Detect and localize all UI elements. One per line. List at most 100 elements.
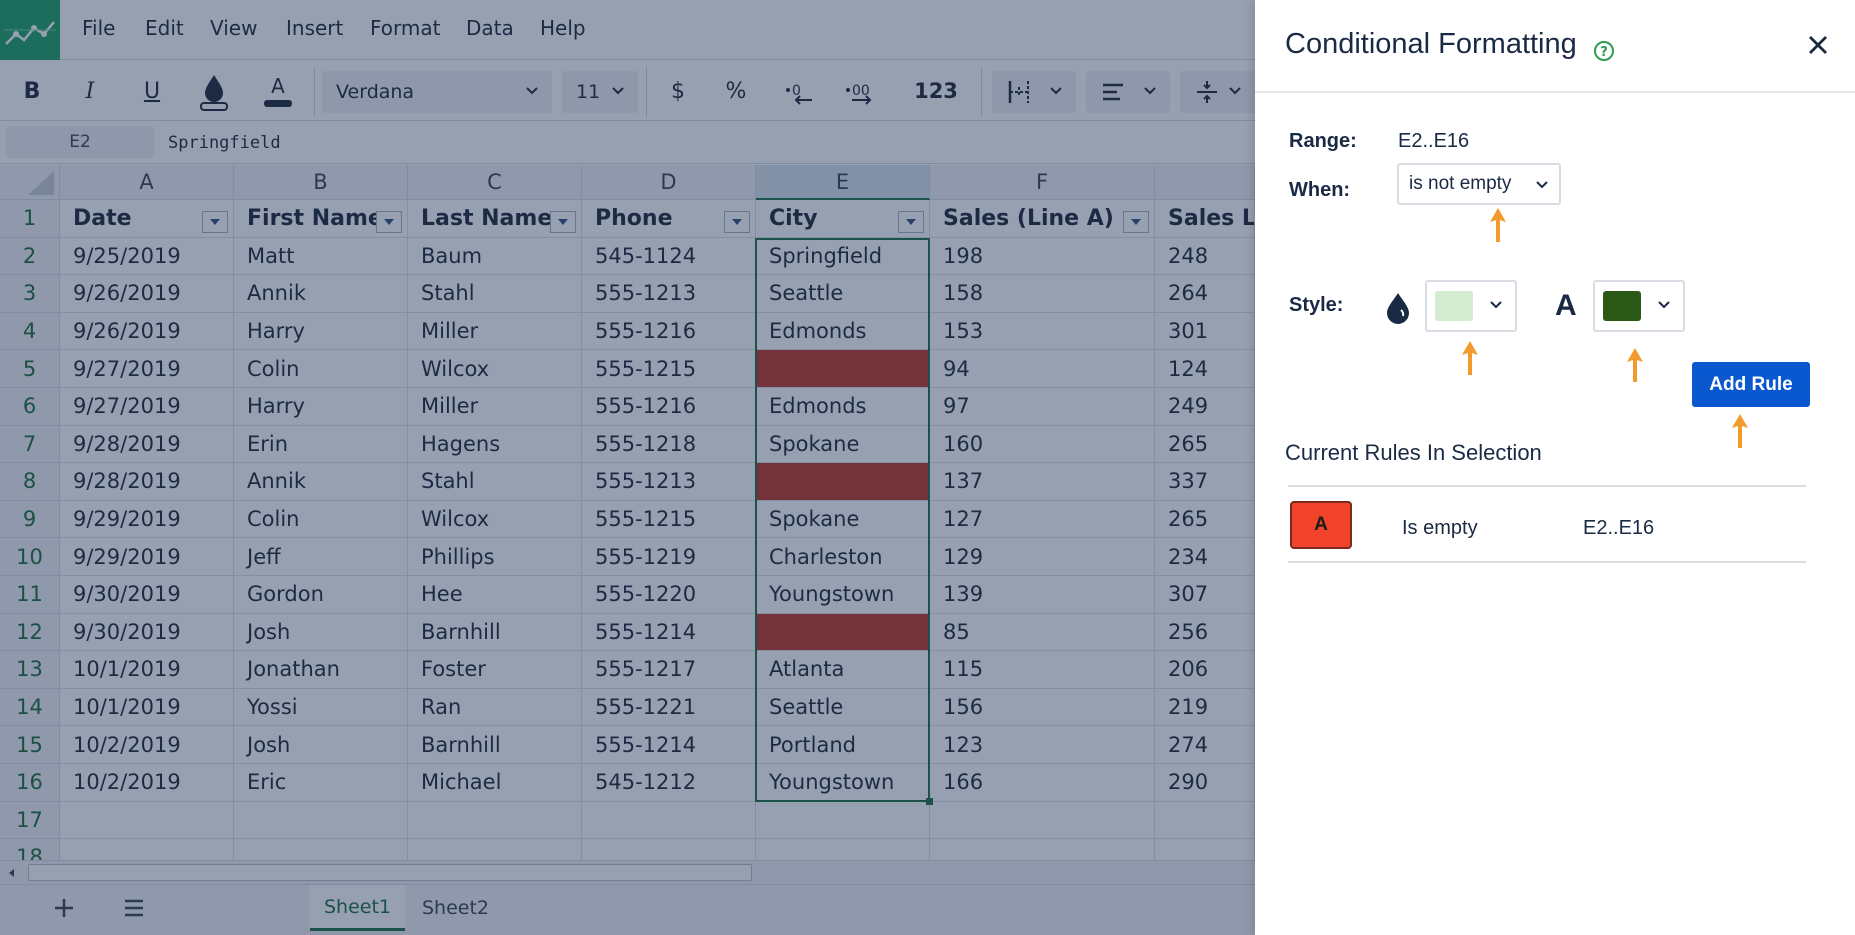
header-cell[interactable]: First Name — [234, 200, 408, 238]
menu-view[interactable]: View — [210, 16, 257, 40]
grid-cell[interactable] — [60, 801, 234, 840]
grid-cell[interactable]: Jeff — [234, 538, 408, 576]
grid-cell[interactable]: Wilcox — [408, 500, 582, 539]
fill-color-button[interactable] — [194, 69, 234, 113]
grid-cell[interactable]: 206 — [1155, 651, 1255, 689]
grid-cell[interactable]: Colin — [234, 500, 408, 539]
grid-cell[interactable]: 265 — [1155, 500, 1255, 539]
row-header[interactable]: 9 — [0, 500, 60, 539]
grid-cell[interactable]: 9/28/2019 — [60, 463, 234, 501]
row-header[interactable]: 15 — [0, 726, 60, 764]
grid-cell[interactable]: Harry — [234, 388, 408, 426]
grid-cell[interactable]: 555-1215 — [582, 350, 756, 388]
decrease-decimal-button[interactable]: 0 — [778, 69, 822, 113]
grid-cell[interactable]: 166 — [930, 764, 1155, 802]
grid-cell[interactable]: Spokane — [756, 500, 930, 539]
grid-cell[interactable]: Baum — [408, 237, 582, 276]
valign-select[interactable] — [1180, 71, 1255, 113]
grid-cell[interactable]: 264 — [1155, 275, 1255, 313]
increase-decimal-button[interactable]: 00 — [840, 69, 884, 113]
condition-select[interactable]: is not empty — [1397, 163, 1561, 205]
grid-cell[interactable]: 9/25/2019 — [60, 237, 234, 276]
grid-cell[interactable]: Wilcox — [408, 350, 582, 388]
grid-cell[interactable]: 555-1218 — [582, 425, 756, 464]
grid-cell[interactable] — [1155, 839, 1255, 860]
header-cell[interactable]: Last Name — [408, 200, 582, 238]
grid-cell[interactable]: 555-1217 — [582, 651, 756, 689]
grid-cell[interactable]: 249 — [1155, 388, 1255, 426]
grid-cell[interactable]: 137 — [930, 463, 1155, 501]
font-family-select[interactable]: Verdana — [322, 71, 552, 113]
grid-cell[interactable]: 290 — [1155, 764, 1255, 802]
menu-help[interactable]: Help — [540, 16, 586, 40]
horizontal-scrollbar[interactable] — [0, 860, 1255, 884]
row-header[interactable]: 8 — [0, 463, 60, 501]
grid-cell[interactable] — [582, 839, 756, 860]
currency-button[interactable]: $ — [658, 69, 698, 113]
grid-cell[interactable]: 85 — [930, 613, 1155, 652]
grid-cell[interactable]: Barnhill — [408, 726, 582, 764]
grid-cell[interactable]: Phillips — [408, 538, 582, 576]
sheet-tab-sheet1[interactable]: Sheet1 — [310, 885, 405, 931]
header-cell[interactable]: City — [756, 200, 930, 238]
number-format-button[interactable]: 123 — [906, 69, 966, 113]
grid-cell[interactable]: Edmonds — [756, 388, 930, 426]
grid-cell[interactable]: Foster — [408, 651, 582, 689]
grid-cell[interactable]: 555-1219 — [582, 538, 756, 576]
grid-cell[interactable]: 555-1215 — [582, 500, 756, 539]
header-cell[interactable]: Phone — [582, 200, 756, 238]
grid-cell[interactable]: 219 — [1155, 688, 1255, 727]
grid-cell[interactable]: 9/28/2019 — [60, 425, 234, 464]
row-header[interactable]: 12 — [0, 613, 60, 652]
row-header[interactable]: 4 — [0, 312, 60, 351]
grid-cell[interactable]: Jonathan — [234, 651, 408, 689]
fill-handle[interactable] — [926, 797, 933, 805]
grid-cell[interactable]: 256 — [1155, 613, 1255, 652]
align-select[interactable] — [1086, 71, 1170, 113]
formula-input[interactable]: Springfield — [168, 133, 281, 153]
grid-cell[interactable]: 160 — [930, 425, 1155, 464]
borders-select[interactable] — [992, 71, 1076, 113]
text-color-picker[interactable] — [1593, 280, 1685, 332]
grid-cell[interactable] — [930, 839, 1155, 860]
grid-cell[interactable]: 129 — [930, 538, 1155, 576]
grid-cell[interactable]: 555-1216 — [582, 312, 756, 351]
grid-cell[interactable]: 545-1212 — [582, 764, 756, 802]
row-header[interactable]: 10 — [0, 538, 60, 576]
grid-cell[interactable]: 274 — [1155, 726, 1255, 764]
grid-cell[interactable]: Spokane — [756, 425, 930, 464]
grid-cell[interactable]: 139 — [930, 576, 1155, 614]
grid-cell[interactable]: 301 — [1155, 312, 1255, 351]
grid-cell[interactable]: 9/29/2019 — [60, 538, 234, 576]
grid-cell[interactable]: Harry — [234, 312, 408, 351]
underline-button[interactable]: U — [132, 69, 172, 113]
grid-cell[interactable]: 127 — [930, 500, 1155, 539]
grid-cell[interactable]: 545-1124 — [582, 237, 756, 276]
grid-cell[interactable]: 555-1221 — [582, 688, 756, 727]
grid-cell[interactable]: Seattle — [756, 275, 930, 313]
grid-cell[interactable] — [234, 839, 408, 860]
column-header-g[interactable] — [1155, 165, 1255, 200]
grid-cell[interactable]: 97 — [930, 388, 1155, 426]
grid-cell[interactable]: Michael — [408, 764, 582, 802]
header-cell[interactable]: Date — [60, 200, 234, 238]
grid-cell[interactable]: 555-1214 — [582, 726, 756, 764]
grid-cell[interactable]: Portland — [756, 726, 930, 764]
grid-cell[interactable]: 158 — [930, 275, 1155, 313]
grid-cell[interactable]: Miller — [408, 388, 582, 426]
grid-cell[interactable]: 124 — [1155, 350, 1255, 388]
column-header-b[interactable]: B — [234, 165, 408, 200]
font-color-button[interactable]: A — [258, 69, 298, 113]
grid-cell[interactable] — [60, 839, 234, 860]
grid-cell[interactable]: 9/27/2019 — [60, 388, 234, 426]
grid-cell[interactable]: Hagens — [408, 425, 582, 464]
grid-cell[interactable]: 307 — [1155, 576, 1255, 614]
grid-cell[interactable]: 9/30/2019 — [60, 613, 234, 652]
filter-dropdown-icon[interactable] — [376, 211, 402, 233]
grid-cell[interactable]: Edmonds — [756, 312, 930, 351]
menu-insert[interactable]: Insert — [286, 16, 343, 40]
add-sheet-button[interactable] — [44, 885, 84, 931]
grid-cell[interactable]: 555-1214 — [582, 613, 756, 652]
grid-cell[interactable]: 10/2/2019 — [60, 764, 234, 802]
grid-cell[interactable]: Colin — [234, 350, 408, 388]
